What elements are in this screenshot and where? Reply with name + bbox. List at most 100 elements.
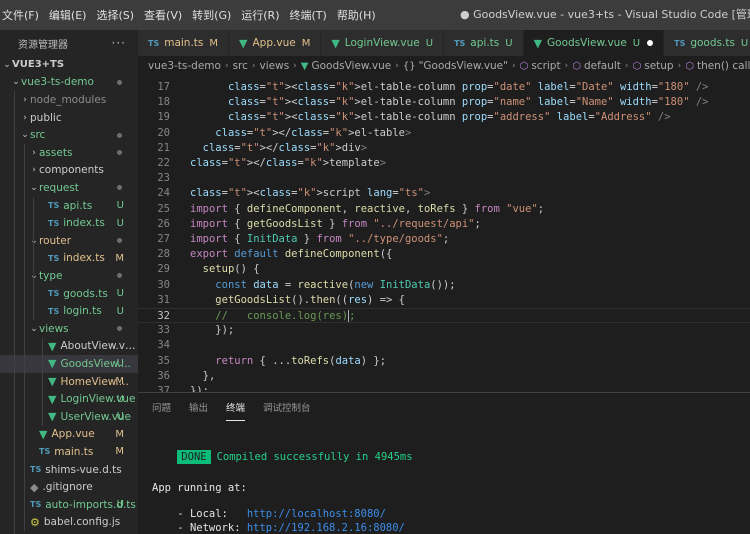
code-line[interactable]: 35 return { ...toRefs(data) };: [138, 354, 750, 369]
file-item[interactable]: TS index.ts U: [0, 214, 138, 232]
tab-problems[interactable]: 问题: [152, 394, 171, 420]
code-line[interactable]: 33 });: [138, 323, 750, 338]
folder-item[interactable]: ⌄ src: [0, 126, 138, 144]
code-line[interactable]: 26 import { getGoodsList } from "../reque…: [138, 217, 750, 232]
tree-item-label: request: [39, 181, 79, 194]
tab-goods-ts[interactable]: TS goods.ts U: [664, 30, 750, 56]
code-line[interactable]: 30 const data = reactive(new InitData())…: [138, 278, 750, 293]
menu-go[interactable]: 转到(G): [187, 7, 236, 23]
folder-item[interactable]: › components: [0, 162, 138, 180]
vue-file-icon: ▼: [48, 410, 57, 424]
code-line[interactable]: 37});: [138, 384, 750, 392]
chevron-right-icon[interactable]: ›: [20, 95, 30, 105]
code-line[interactable]: 25 import { defineComponent, reactive, to…: [138, 202, 750, 217]
code-line[interactable]: 23: [138, 171, 750, 186]
menu-run[interactable]: 运行(R): [236, 7, 284, 23]
code-line[interactable]: 27 import { InitData } from "../type/good…: [138, 232, 750, 247]
code-line[interactable]: 31 getGoodsList().then((res) => {: [138, 293, 750, 308]
breadcrumb-item[interactable]: ⬡ setup: [633, 60, 674, 72]
code-line[interactable]: 36 },: [138, 369, 750, 384]
breadcrumb-item[interactable]: src: [233, 60, 248, 72]
breadcrumb-item[interactable]: ⬡then() callback: [685, 60, 750, 72]
tab-main-ts[interactable]: TS main.ts M: [138, 30, 230, 56]
breadcrumb-item[interactable]: ▼ GoodsView.vue: [301, 60, 391, 72]
code-text: return { ...toRefs(data) };: [215, 354, 387, 367]
chevron-right-icon[interactable]: ›: [29, 165, 39, 175]
file-item[interactable]: ▼ UserView.vue U: [0, 408, 138, 426]
unsaved-dot-icon[interactable]: [647, 40, 654, 46]
tab-app-vue[interactable]: ▼ App.vue M: [229, 30, 322, 56]
chevron-down-icon[interactable]: ⌄: [2, 60, 12, 70]
file-item[interactable]: ⚙ babel.config.js: [0, 514, 138, 532]
code-line[interactable]: 32 // console.log(res);: [138, 308, 750, 324]
vue-file-icon: ▼: [331, 36, 340, 50]
code-line[interactable]: 17 class="t"><class="k">el-table-column …: [138, 80, 750, 95]
code-line[interactable]: 20 class="t"></class="k">el-table>: [138, 126, 750, 141]
menu-help[interactable]: 帮助(H): [332, 7, 381, 23]
tab-output[interactable]: 输出: [189, 394, 208, 420]
chevron-down-icon[interactable]: ⌄: [11, 77, 21, 87]
breadcrumb-item[interactable]: ⬡ default: [572, 60, 621, 72]
code-line[interactable]: 29 setup() {: [138, 262, 750, 277]
tree-item-label: src: [30, 129, 46, 142]
file-item[interactable]: TS auto-imports.d.ts U: [0, 496, 138, 514]
folder-item[interactable]: ⌄ vue3-ts-demo: [0, 74, 138, 92]
file-item[interactable]: ▼ LoginView.vue U: [0, 390, 138, 408]
chevron-down-icon[interactable]: ⌄: [29, 183, 39, 193]
code-line[interactable]: 19 class="t"><class="k">el-table-column …: [138, 110, 750, 125]
breadcrumb-item[interactable]: vue3-ts-demo: [148, 60, 221, 72]
chevron-down-icon[interactable]: ⌄: [29, 271, 39, 281]
file-item[interactable]: ▼ AboutView.vue: [0, 338, 138, 356]
breadcrumb-item[interactable]: {} "GoodsView.vue": [403, 60, 508, 72]
file-item[interactable]: ▼ HomeView.... M: [0, 373, 138, 391]
menu-edit[interactable]: 编辑(E): [44, 7, 92, 23]
chevron-right-icon[interactable]: ›: [20, 113, 30, 123]
folder-item[interactable]: › assets: [0, 144, 138, 162]
file-item[interactable]: TS index.ts M: [0, 250, 138, 268]
network-url-link[interactable]: http://192.168.2.16:8080/: [247, 522, 405, 534]
menu-terminal[interactable]: 终端(T): [285, 7, 332, 23]
chevron-down-icon[interactable]: ⌄: [29, 324, 39, 334]
file-item[interactable]: TS shims-vue.d.ts: [0, 461, 138, 479]
chevron-right-icon[interactable]: ›: [29, 148, 39, 158]
folder-item[interactable]: ⌄ VUE3+TS: [0, 56, 138, 74]
folder-item[interactable]: ⌄ views: [0, 320, 138, 338]
code-line[interactable]: 18 class="t"><class="k">el-table-column …: [138, 95, 750, 110]
tab-debug-console[interactable]: 调试控制台: [263, 394, 311, 420]
code-line[interactable]: 34: [138, 338, 750, 353]
file-item[interactable]: TS api.ts U: [0, 197, 138, 215]
file-item[interactable]: ▼ App.vue M: [0, 426, 138, 444]
tab-goodsview-vue[interactable]: ▼ GoodsView.vue U: [523, 30, 665, 56]
code-line[interactable]: 21 class="t"></class="k">div>: [138, 141, 750, 156]
code-line[interactable]: 24 class="t"><class="k">script lang="ts">: [138, 186, 750, 201]
code-line[interactable]: 22 class="t"></class="k">template>: [138, 156, 750, 171]
folder-item[interactable]: › public: [0, 109, 138, 127]
file-item[interactable]: TS login.ts U: [0, 302, 138, 320]
chevron-down-icon[interactable]: ⌄: [20, 130, 30, 140]
folder-item[interactable]: ⌄type: [0, 267, 138, 285]
folder-item[interactable]: › node_modules: [0, 91, 138, 109]
file-item[interactable]: ◆ .gitignore: [0, 478, 138, 496]
menu-selection[interactable]: 选择(S): [91, 7, 139, 23]
symbol-icon: ⬡: [632, 60, 642, 72]
code-editor[interactable]: 17 class="t"><class="k">el-table-column …: [138, 76, 750, 392]
menu-view[interactable]: 查看(V): [139, 7, 187, 23]
folder-item[interactable]: ⌄router: [0, 232, 138, 250]
folder-item[interactable]: ⌄ request: [0, 179, 138, 197]
code-text: import { InitData } from "../type/goods"…: [190, 233, 450, 245]
file-item[interactable]: TS main.ts M: [0, 443, 138, 461]
tab-loginview-vue[interactable]: ▼ LoginView.vue U: [321, 30, 445, 56]
line-number: 21: [157, 141, 170, 154]
code-text: class="t"><class="k">el-table-column pro…: [227, 81, 709, 93]
chevron-down-icon[interactable]: ⌄: [29, 236, 39, 246]
symbol-icon: ⬡: [519, 60, 529, 72]
code-line[interactable]: 28 export default defineComponent({: [138, 247, 750, 262]
file-item[interactable]: TS goods.ts U: [0, 285, 138, 303]
tab-api-ts[interactable]: TS api.ts U: [444, 30, 524, 56]
breadcrumb-item[interactable]: views: [260, 60, 290, 72]
menu-file[interactable]: 文件(F): [0, 7, 44, 23]
more-actions-icon[interactable]: ···: [112, 36, 126, 50]
tab-terminal[interactable]: 终端: [226, 394, 246, 421]
file-item[interactable]: ▼ GoodsView.... U: [0, 355, 138, 373]
breadcrumb-item[interactable]: ⬡ script: [520, 60, 561, 72]
